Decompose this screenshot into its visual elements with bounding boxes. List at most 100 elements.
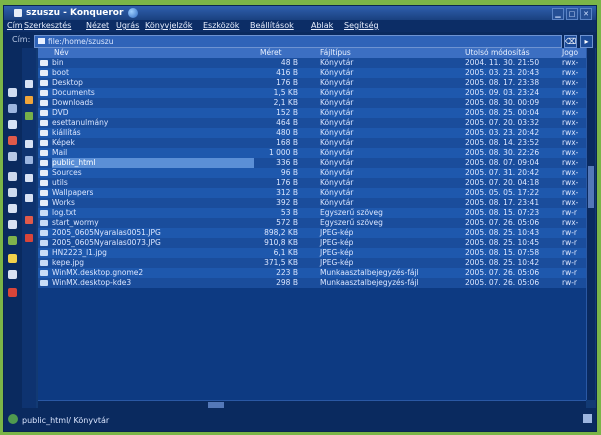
file-row[interactable]: Documents 1,5 KB Könyvtár 2005. 09. 03. 23:…: [38, 88, 586, 98]
folder-icon: [40, 140, 48, 146]
file-modified: 2005. 07. 20. 04:18: [465, 178, 540, 187]
file-row[interactable]: Sources 96 B Könyvtár 2005. 07. 31. 20:42 rw…: [38, 168, 586, 178]
file-modified: 2005. 08. 30. 00:09: [465, 98, 540, 107]
file-size: 176 B: [276, 78, 298, 87]
file-row[interactable]: Mail 1 000 B Könyvtár 2005. 08. 30. 22:26 rw…: [38, 148, 586, 158]
file-permissions: rw-r: [562, 278, 578, 287]
file-modified: 2005. 08. 25. 10:43: [465, 228, 540, 237]
reload-icon[interactable]: [8, 152, 17, 161]
file-row[interactable]: 2005_0605Nyaralas0073.JPG 910,8 KB JPEG-ké…: [38, 238, 586, 248]
file-row[interactable]: WinMX.desktop.gnome2 223 B Munkaasztalbeje…: [38, 268, 586, 278]
bookmark-icon[interactable]: [8, 254, 17, 263]
file-row[interactable]: boot 416 B Könyvtár 2005. 03. 23. 20:43 rwx-: [38, 68, 586, 78]
image-file-icon: [40, 240, 48, 246]
file-row[interactable]: Képek 168 B Könyvtár 2005. 08. 14. 23:52 rwx…: [38, 138, 586, 148]
menu-item-ablak[interactable]: Ablak: [311, 20, 333, 32]
file-row[interactable]: kepe.jpg 371,5 KB JPEG-kép 2005. 08. 25. 10…: [38, 258, 586, 268]
view-icon[interactable]: [8, 204, 17, 213]
file-row[interactable]: esettanulmány 464 B Könyvtár 2005. 07. 20. …: [38, 118, 586, 128]
file-type: JPEG-kép: [320, 258, 354, 267]
go-button[interactable]: ▸: [580, 35, 593, 48]
file-permissions: rwx-: [562, 168, 579, 177]
home-icon[interactable]: [8, 236, 17, 245]
lock-icon: [583, 414, 592, 423]
panel-services-icon[interactable]: [25, 174, 33, 182]
file-modified: 2005. 08. 07. 09:04: [465, 158, 540, 167]
location-label: Cím:: [12, 35, 31, 44]
file-type: Könyvtár: [320, 68, 354, 77]
file-row[interactable]: WinMX.desktop-kde3 298 B Munkaasztalbejegy…: [38, 278, 586, 288]
panel-home-icon[interactable]: [25, 80, 33, 88]
file-modified: 2005. 08. 25. 00:04: [465, 108, 540, 117]
column-modified[interactable]: Utolsó módosítás: [465, 48, 530, 58]
column-permissions[interactable]: Jogo: [562, 48, 578, 58]
minimize-button[interactable]: ▁: [552, 8, 564, 20]
menu-item-szerkesztes[interactable]: Szerkesztés: [24, 20, 71, 32]
location-input[interactable]: file:/home/szuszu: [34, 35, 562, 48]
folder-icon: [40, 120, 48, 126]
file-list[interactable]: Név Méret Fájltípus Utolsó módosítás Jog…: [38, 48, 586, 400]
image-file-icon: [40, 230, 48, 236]
file-row[interactable]: kiállítás 480 B Könyvtár 2005. 03. 23. 20:4…: [38, 128, 586, 138]
file-modified: 2005. 05. 05. 17:22: [465, 188, 540, 197]
file-row[interactable]: public_html 336 B Könyvtár 2005. 08. 07. 09…: [38, 158, 586, 168]
folder-icon: [40, 80, 48, 86]
file-type: Könyvtár: [320, 118, 354, 127]
panel-trash-icon[interactable]: [25, 216, 33, 224]
file-type: JPEG-kép: [320, 248, 354, 257]
back-icon[interactable]: [8, 88, 17, 97]
status-bar: public_html/ Könyvtár: [4, 408, 596, 431]
menu-item-cim[interactable]: Cím: [7, 20, 23, 32]
sidebar-tools: [4, 48, 22, 431]
vertical-scroll-thumb[interactable]: [588, 166, 594, 208]
folder-icon: [38, 38, 45, 44]
up-icon[interactable]: [8, 120, 17, 129]
folder-icon: [40, 150, 48, 156]
panel-bookmark-icon[interactable]: [25, 96, 33, 104]
app-icon: [14, 9, 22, 17]
file-row[interactable]: HN2223_l1.jpg 6,1 KB JPEG-kép 2005. 08. 15.…: [38, 248, 586, 258]
column-size[interactable]: Méret: [260, 48, 282, 58]
column-name[interactable]: Név: [54, 48, 69, 58]
stop-icon[interactable]: [8, 136, 17, 145]
file-row[interactable]: Wallpapers 312 B Könyvtár 2005. 05. 05. 17:…: [38, 188, 586, 198]
file-permissions: rw-r: [562, 208, 578, 217]
menu-item-nezet[interactable]: Nézet: [86, 20, 109, 32]
file-row[interactable]: log.txt 53 B Egyszerű szöveg 2005. 08. 15. …: [38, 208, 586, 218]
file-row[interactable]: DVD 152 B Könyvtár 2005. 08. 25. 00:04 rwx-: [38, 108, 586, 118]
zoom-out-icon[interactable]: [8, 188, 17, 197]
vertical-scrollbar[interactable]: [586, 48, 595, 400]
close-button[interactable]: ✕: [580, 8, 592, 20]
menu-item-eszkozok[interactable]: Eszközök: [203, 20, 239, 32]
panel-history-icon[interactable]: [25, 112, 33, 120]
folder-icon: [40, 200, 48, 206]
menu-item-ugras[interactable]: Ugrás: [116, 20, 139, 32]
file-modified: 2005. 07. 31. 20:42: [465, 168, 540, 177]
menu-item-segitseg[interactable]: Segítség: [344, 20, 379, 32]
file-size: 2,1 KB: [273, 98, 298, 107]
panel-root-icon[interactable]: [25, 140, 33, 148]
clear-location-button[interactable]: ⌫: [564, 35, 577, 48]
menu-item-konyvjelzok[interactable]: Könyvjelzők: [145, 20, 192, 32]
copy-icon[interactable]: [8, 220, 17, 229]
terminal-icon[interactable]: [8, 270, 17, 279]
forward-icon[interactable]: [8, 104, 17, 113]
file-row[interactable]: start_wormy 572 B Egyszerű szöveg 2005. 07.…: [38, 218, 586, 228]
zoom-in-icon[interactable]: [8, 172, 17, 181]
file-row[interactable]: Works 392 B Könyvtár 2005. 08. 17. 23:41 rwx…: [38, 198, 586, 208]
panel-close-icon[interactable]: [25, 234, 33, 242]
maximize-button[interactable]: □: [566, 8, 578, 20]
file-row[interactable]: Downloads 2,1 KB Könyvtár 2005. 08. 30. 00:…: [38, 98, 586, 108]
file-row[interactable]: Desktop 176 B Könyvtár 2005. 08. 17. 23:38 r…: [38, 78, 586, 88]
file-row[interactable]: utils 176 B Könyvtár 2005. 07. 20. 04:18 rwx…: [38, 178, 586, 188]
image-file-icon: [40, 250, 48, 256]
file-row[interactable]: 2005_0605Nyaralas0051.JPG 898,2 KB JPEG-ké…: [38, 228, 586, 238]
file-permissions: rw-r: [562, 258, 578, 267]
exit-icon[interactable]: [8, 288, 17, 297]
panel-devices-icon[interactable]: [25, 194, 33, 202]
title-bar[interactable]: szuszu - Konqueror ▁ □ ✕: [4, 6, 596, 20]
file-row[interactable]: bin 48 B Könyvtár 2004. 11. 30. 21:50 rwx-: [38, 58, 586, 68]
panel-network-icon[interactable]: [25, 156, 33, 164]
column-type[interactable]: Fájltípus: [320, 48, 351, 58]
menu-item-beallitasok[interactable]: Beállítások: [250, 20, 294, 32]
